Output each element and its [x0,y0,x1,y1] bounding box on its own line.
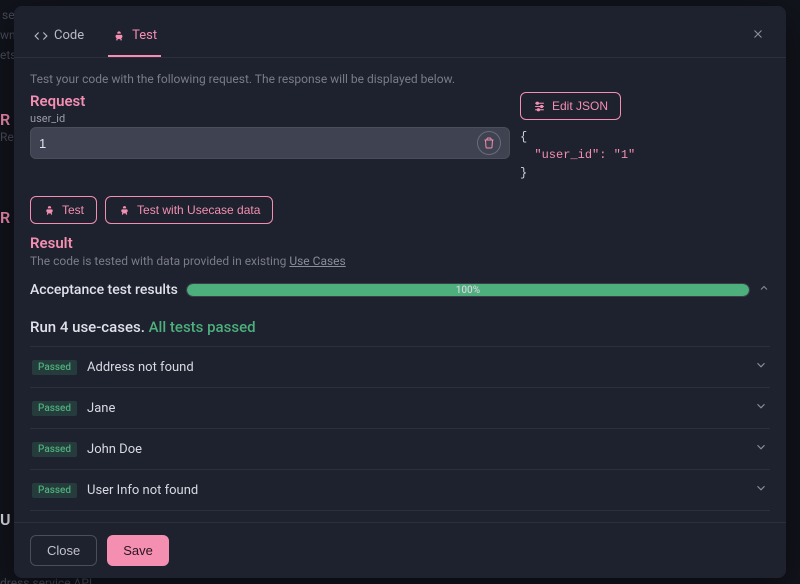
request-title: Request [30,92,510,110]
test-usecase-button-label: Test with Usecase data [137,203,260,217]
chevron-down-icon [754,481,768,495]
bg-text: R [0,110,10,129]
json-preview: { "user_id": "1"} [520,128,770,182]
test-list: Passed Address not found Passed Jane Pas… [30,346,770,511]
tab-test-label: Test [132,28,157,43]
status-badge: Passed [32,442,77,457]
field-label-user-id: user_id [30,112,510,125]
summary-status: All tests passed [149,318,256,336]
bug-icon [43,204,56,217]
chevron-up-icon [758,282,770,294]
acceptance-label: Acceptance test results [30,282,178,298]
test-row[interactable]: Passed User Info not found [30,470,770,511]
test-row[interactable]: Passed Address not found [30,346,770,388]
test-button[interactable]: Test [30,196,97,224]
status-badge: Passed [32,483,77,498]
bg-text: R [0,208,10,227]
test-name: Address not found [87,360,744,375]
bug-icon [118,204,131,217]
user-id-input[interactable] [39,136,477,151]
description: Test your code with the following reques… [30,72,770,86]
run-summary: Run 4 use-cases. All tests passed [30,318,770,336]
bg-text: U [0,510,11,529]
edit-json-button[interactable]: Edit JSON [520,92,621,120]
test-name: Jane [87,401,744,416]
result-desc: The code is tested with data provided in… [30,254,770,268]
save-button[interactable]: Save [107,535,169,566]
sliders-icon [533,100,546,113]
chevron-down-icon [754,440,768,454]
chevron-down-icon [754,358,768,372]
test-usecase-button[interactable]: Test with Usecase data [105,196,273,224]
progress-bar: 100% [186,283,750,297]
trash-icon [483,137,495,149]
close-button[interactable]: Close [30,535,97,566]
result-title: Result [30,234,770,252]
test-row[interactable]: Passed John Doe [30,429,770,470]
progress-percent: 100% [187,284,749,296]
code-icon [34,29,48,43]
status-badge: Passed [32,401,77,416]
use-cases-link[interactable]: Use Cases [289,254,345,268]
modal-body: Test your code with the following reques… [14,58,786,522]
test-name: User Info not found [87,483,744,498]
bug-icon [112,29,126,43]
delete-field-button[interactable] [477,131,501,155]
bg-text: se [2,8,15,22]
chevron-down-icon [754,399,768,413]
bg-text: Re [0,130,14,144]
test-name: John Doe [87,442,744,457]
user-id-input-wrap [30,127,510,159]
status-badge: Passed [32,360,77,375]
tab-code-label: Code [54,28,84,43]
test-button-label: Test [62,203,84,217]
close-icon-button[interactable] [748,24,768,44]
close-icon [751,27,765,41]
modal: Code Test Test your code with the follow… [14,6,786,578]
tabs: Code Test [14,6,786,58]
collapse-button[interactable] [758,282,770,298]
edit-json-label: Edit JSON [552,99,608,113]
test-row[interactable]: Passed Jane [30,388,770,429]
tab-code[interactable]: Code [30,18,88,57]
footer: Close Save [14,522,786,578]
tab-test[interactable]: Test [108,18,161,57]
